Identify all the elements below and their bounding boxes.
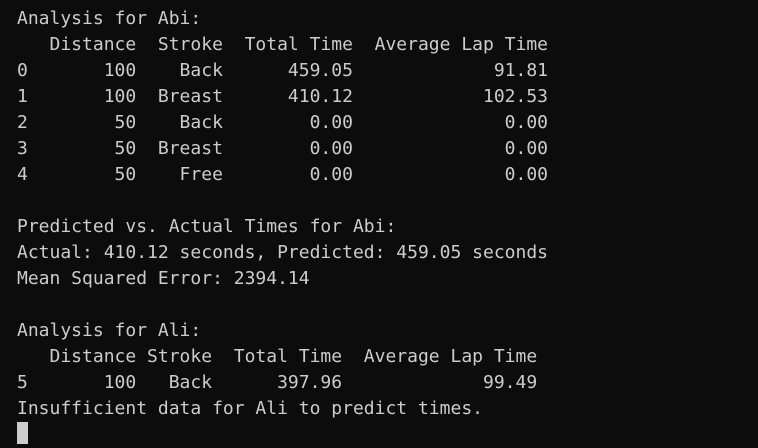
output-line-abi-row-4: 4 50 Free 0.00 0.00 bbox=[17, 164, 549, 185]
output-line-ali-table-header: Distance Stroke Total Time Average Lap T… bbox=[17, 346, 538, 367]
output-line-prediction-values: Actual: 410.12 seconds, Predicted: 459.0… bbox=[17, 242, 549, 263]
output-line-blank bbox=[17, 188, 758, 214]
prompt-line[interactable] bbox=[17, 422, 758, 448]
output-line-abi-row-2: 2 50 Back 0.00 0.00 bbox=[17, 112, 549, 133]
output-line-abi-row-3: 3 50 Breast 0.00 0.00 bbox=[17, 138, 549, 159]
output-line-abi-row-0: 0 100 Back 459.05 91.81 bbox=[17, 60, 549, 81]
output-line-insufficient-data: Insufficient data for Ali to predict tim… bbox=[17, 398, 483, 419]
output-line-mse: Mean Squared Error: 2394.14 bbox=[17, 268, 310, 289]
output-line-abi-row-1: 1 100 Breast 410.12 102.53 bbox=[17, 86, 549, 107]
output-line-ali-heading: Analysis for Ali: bbox=[17, 320, 202, 341]
output-line-prediction-heading: Predicted vs. Actual Times for Abi: bbox=[17, 216, 397, 237]
output-line-ali-row-5: 5 100 Back 397.96 99.49 bbox=[17, 372, 538, 393]
text-cursor bbox=[17, 422, 28, 444]
output-line-abi-table-header: Distance Stroke Total Time Average Lap T… bbox=[17, 34, 549, 55]
output-line-blank bbox=[17, 292, 758, 318]
terminal-window[interactable]: Analysis for Abi: Distance Stroke Total … bbox=[0, 0, 758, 444]
output-line-abi-heading: Analysis for Abi: bbox=[17, 8, 202, 29]
